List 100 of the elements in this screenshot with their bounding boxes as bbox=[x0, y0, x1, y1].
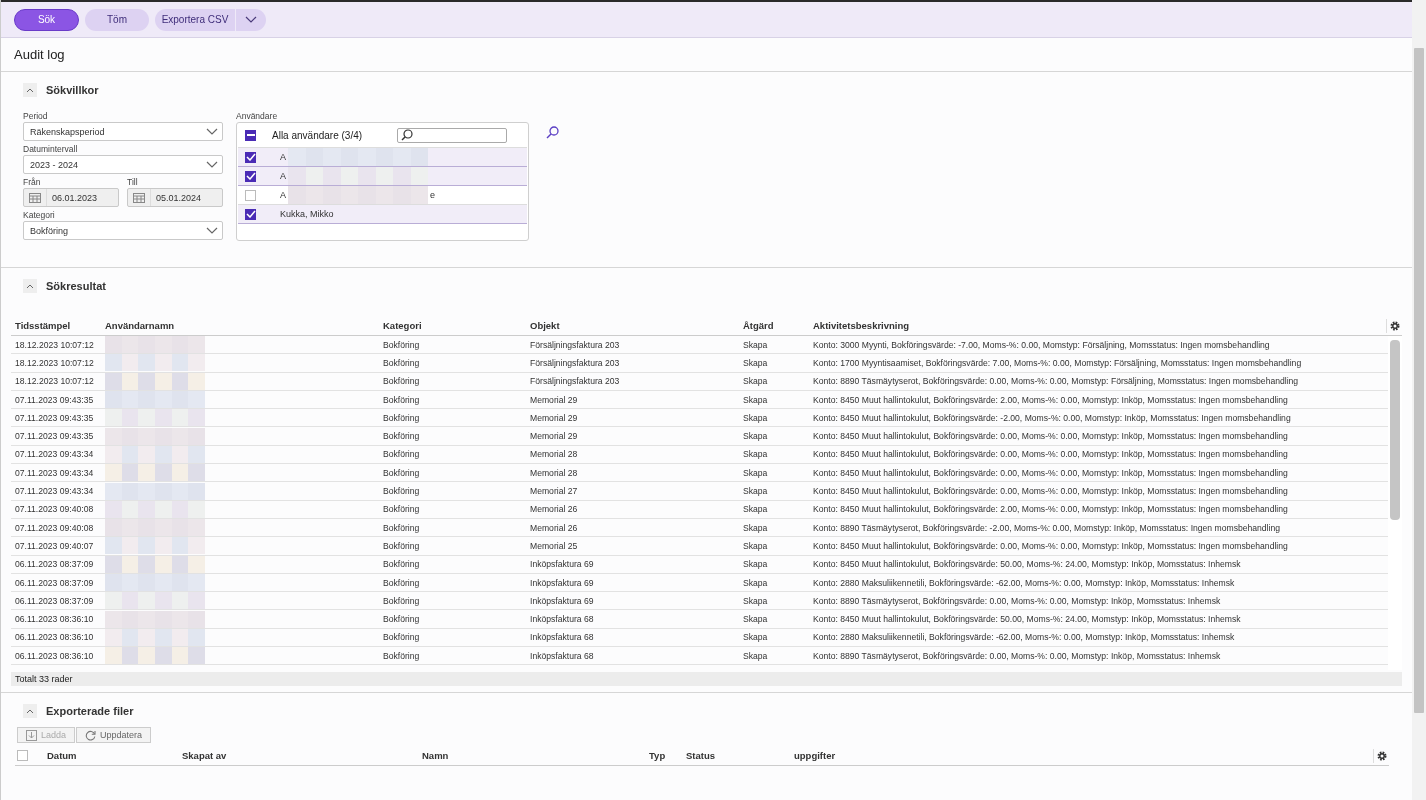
table-cell-text: 07.11.2023 09:40:08 bbox=[14, 521, 95, 534]
table-cell-text: Konto: 8890 Täsmäytyserot, Bokföringsvärde: -2.00, Moms-%: 0.00, Momstyp: Inköp, Momsstatus: Ingen momsbehandling bbox=[812, 521, 1281, 534]
dropdown[interactable]: 2023 - 2024 bbox=[23, 155, 223, 174]
table-cell-text: 18.12.2023 10:07:12 bbox=[14, 338, 95, 351]
column-header[interactable]: uppgifter bbox=[790, 750, 1373, 761]
table-cell-text: 07.11.2023 09:40:08 bbox=[14, 503, 95, 516]
scrollbar-thumb[interactable] bbox=[1414, 48, 1424, 713]
table-cell-text: Konto: 8450 Muut hallintokulut, Bokföringsvärde: 0.00, Moms-%: 0.00, Momstyp: Inköp, Momsstatus: Ingen momsbehandling bbox=[812, 448, 1289, 461]
chevron-down-icon bbox=[206, 161, 218, 168]
column-header[interactable]: Tidsstämpel bbox=[11, 320, 101, 331]
table-cell-text: Bokföring bbox=[382, 485, 421, 497]
calendar-icon bbox=[29, 192, 41, 203]
column-header[interactable]: Status bbox=[682, 750, 790, 761]
table-cell-text: Bokföring bbox=[382, 613, 421, 626]
table-cell-text: Bokföring bbox=[382, 393, 421, 406]
table-cell-text: Skapa bbox=[742, 521, 769, 534]
column-header[interactable]: Typ bbox=[645, 750, 682, 761]
table-cell-text: Konto: 8450 Muut hallintokulut, Bokföringsvärde: 0.00, Moms-%: 0.00, Momstyp: Inköp, Momsstatus: Ingen momsbehandling bbox=[812, 485, 1289, 497]
table-cell-text: Konto: 2880 Maksuliikennetili, Bokföringsvärde: -62.00, Moms-%: 0.00, Momstyp: Inköp, Momsstatus: Inhemsk bbox=[812, 631, 1236, 644]
settings-icon bbox=[1375, 749, 1388, 762]
scrollbar-thumb[interactable] bbox=[1390, 340, 1400, 520]
chevron-up-icon bbox=[26, 87, 34, 93]
field-label: Period bbox=[23, 110, 49, 122]
table-cell-text: Skapa bbox=[742, 375, 769, 388]
settings-button[interactable] bbox=[1386, 318, 1402, 333]
table-cell-text: Memorial 26 bbox=[529, 521, 579, 534]
table-cell-text: 06.11.2023 08:37:09 bbox=[14, 558, 95, 571]
table-cell-text: Memorial 29 bbox=[529, 393, 579, 406]
column-header[interactable]: Skapat av bbox=[178, 750, 418, 761]
collapse-toggle[interactable] bbox=[23, 279, 37, 293]
table-cell-text: Skapa bbox=[742, 411, 769, 424]
clear-button[interactable]: Töm bbox=[85, 8, 149, 31]
table-cell-text: 18.12.2023 10:07:12 bbox=[14, 375, 95, 388]
table-cell-text: Bokföring bbox=[382, 411, 421, 424]
table-cell-text: Memorial 28 bbox=[529, 466, 579, 479]
collapse-toggle[interactable] bbox=[23, 704, 37, 718]
table-cell-text: Skapa bbox=[742, 485, 769, 497]
table-cell-text: Memorial 29 bbox=[529, 430, 579, 443]
table-cell-text: Konto: 8890 Täsmäytyserot, Bokföringsvärde: 0.00, Moms-%: 0.00, Momstyp: Inköp, Momsstatus: Inhemsk bbox=[812, 649, 1222, 662]
table-cell-text: Bokföring bbox=[382, 356, 421, 369]
calendar-icon bbox=[133, 192, 145, 203]
table-cell-text: Bokföring bbox=[382, 521, 421, 534]
table-cell-text: Bokföring bbox=[382, 649, 421, 662]
table-cell-text: Bokföring bbox=[382, 576, 421, 589]
table-cell-text: 07.11.2023 09:43:35 bbox=[14, 430, 95, 443]
section-title: Sökresultat bbox=[46, 280, 106, 292]
date-field[interactable]: 05.01.2024 bbox=[127, 188, 223, 207]
column-header[interactable]: Åtgärd bbox=[739, 320, 809, 331]
list-item[interactable]: A bbox=[238, 167, 527, 186]
search-icon bbox=[401, 129, 413, 141]
table-cell-text: 07.11.2023 09:43:34 bbox=[14, 448, 95, 461]
settings-button[interactable] bbox=[1373, 748, 1389, 763]
table-cell-text: Bokföring bbox=[382, 430, 421, 443]
collapse-toggle[interactable] bbox=[23, 83, 37, 97]
table-cell-text: 06.11.2023 08:36:10 bbox=[14, 631, 95, 644]
list-item[interactable]: A bbox=[238, 148, 527, 167]
dropdown[interactable]: Räkenskapsperiod bbox=[23, 122, 223, 141]
row-count: Totalt 33 rader bbox=[11, 672, 1402, 686]
table-cell-text: Skapa bbox=[742, 393, 769, 406]
column-header[interactable]: Aktivitetsbeskrivning bbox=[809, 320, 1386, 331]
table-cell-text: Bokföring bbox=[382, 594, 421, 607]
field-label: Datumintervall bbox=[23, 143, 79, 155]
refresh-button[interactable]: Uppdatera bbox=[76, 727, 152, 743]
table-cell-text: Bokföring bbox=[382, 448, 421, 461]
table-cell-text: Skapa bbox=[742, 338, 769, 351]
table-cell-text: Inköpsfaktura 68 bbox=[529, 613, 595, 626]
chevron-down-icon bbox=[206, 128, 218, 135]
table-cell-text: Skapa bbox=[742, 430, 769, 443]
column-header[interactable]: Kategori bbox=[379, 320, 526, 331]
list-item[interactable]: A e bbox=[238, 186, 527, 205]
chevron-up-icon bbox=[26, 283, 34, 289]
search-field[interactable] bbox=[397, 127, 507, 143]
checkbox[interactable] bbox=[245, 129, 256, 141]
table-cell-text: Skapa bbox=[742, 649, 769, 662]
table-cell-text: Inköpsfaktura 68 bbox=[529, 631, 595, 644]
table-cell-text: Försäljningsfaktura 203 bbox=[529, 338, 621, 351]
checkbox[interactable] bbox=[17, 750, 28, 761]
settings-icon bbox=[1388, 319, 1401, 332]
export-button[interactable]: Exportera CSV bbox=[155, 8, 235, 31]
scrollbar[interactable] bbox=[1412, 0, 1426, 800]
date-field[interactable]: 06.01.2023 bbox=[23, 188, 119, 207]
table-cell-text: Försäljningsfaktura 203 bbox=[529, 356, 621, 369]
dropdown[interactable]: Bokföring bbox=[23, 221, 223, 240]
search-icon bbox=[545, 126, 559, 139]
table-cell-text: Skapa bbox=[742, 631, 769, 644]
table-cell-text: Bokföring bbox=[382, 503, 421, 516]
table-cell-text: Konto: 8890 Täsmäytyserot, Bokföringsvärde: 0.00, Moms-%: 0.00, Momstyp: Inköp, Momsstatus: Inhemsk bbox=[812, 594, 1222, 607]
search-button[interactable]: Sök bbox=[14, 8, 79, 31]
column-header[interactable]: Namn bbox=[418, 750, 645, 761]
list-item[interactable]: Kukka, Mikko bbox=[238, 205, 527, 224]
table-cell-text: Bokföring bbox=[382, 466, 421, 479]
minus-icon bbox=[246, 134, 255, 136]
table-cell-text: Memorial 27 bbox=[529, 485, 579, 497]
list-header: Alla användare (3/4) bbox=[272, 129, 364, 141]
column-header[interactable]: Objekt bbox=[526, 320, 739, 331]
section-title: Exporterade filer bbox=[46, 705, 134, 717]
checkbox bbox=[245, 189, 256, 201]
column-header[interactable]: Användarnamn bbox=[101, 320, 379, 331]
table-cell-text: Konto: 1700 Myyntisaamiset, Bokföringsvärde: 7.00, Moms-%: 0.00, Momstyp: Försäljning, Momsstatus: Ingen momsbehandling bbox=[812, 356, 1303, 369]
column-header[interactable]: Datum bbox=[43, 750, 178, 761]
